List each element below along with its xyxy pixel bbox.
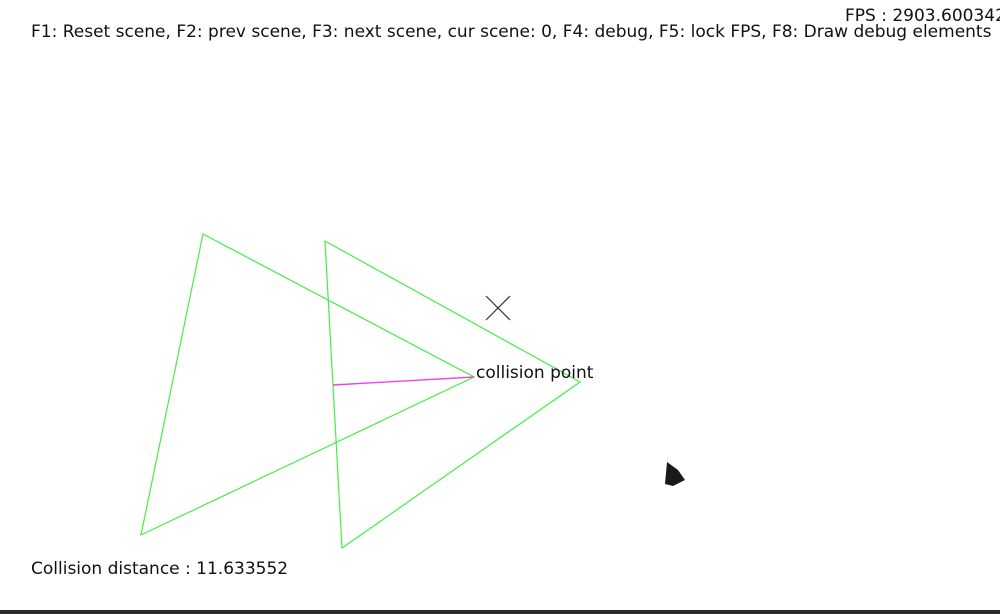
collision-distance-readout: Collision distance : 11.633552 [31,559,289,579]
scene-canvas[interactable]: collision point [0,0,1000,614]
penetration-depth-line [332,376,475,386]
mouse-cursor-icon [665,462,685,486]
simulation-window[interactable]: FPS : 2903.600342 F1: Reset scene, F2: p… [0,0,1000,614]
collision-point-label: collision point [476,363,594,383]
triangle-shape-b [324,239,582,550]
window-bottom-border [0,610,1000,614]
triangle-shape-a [140,233,476,537]
x-cross-icon [485,295,511,321]
